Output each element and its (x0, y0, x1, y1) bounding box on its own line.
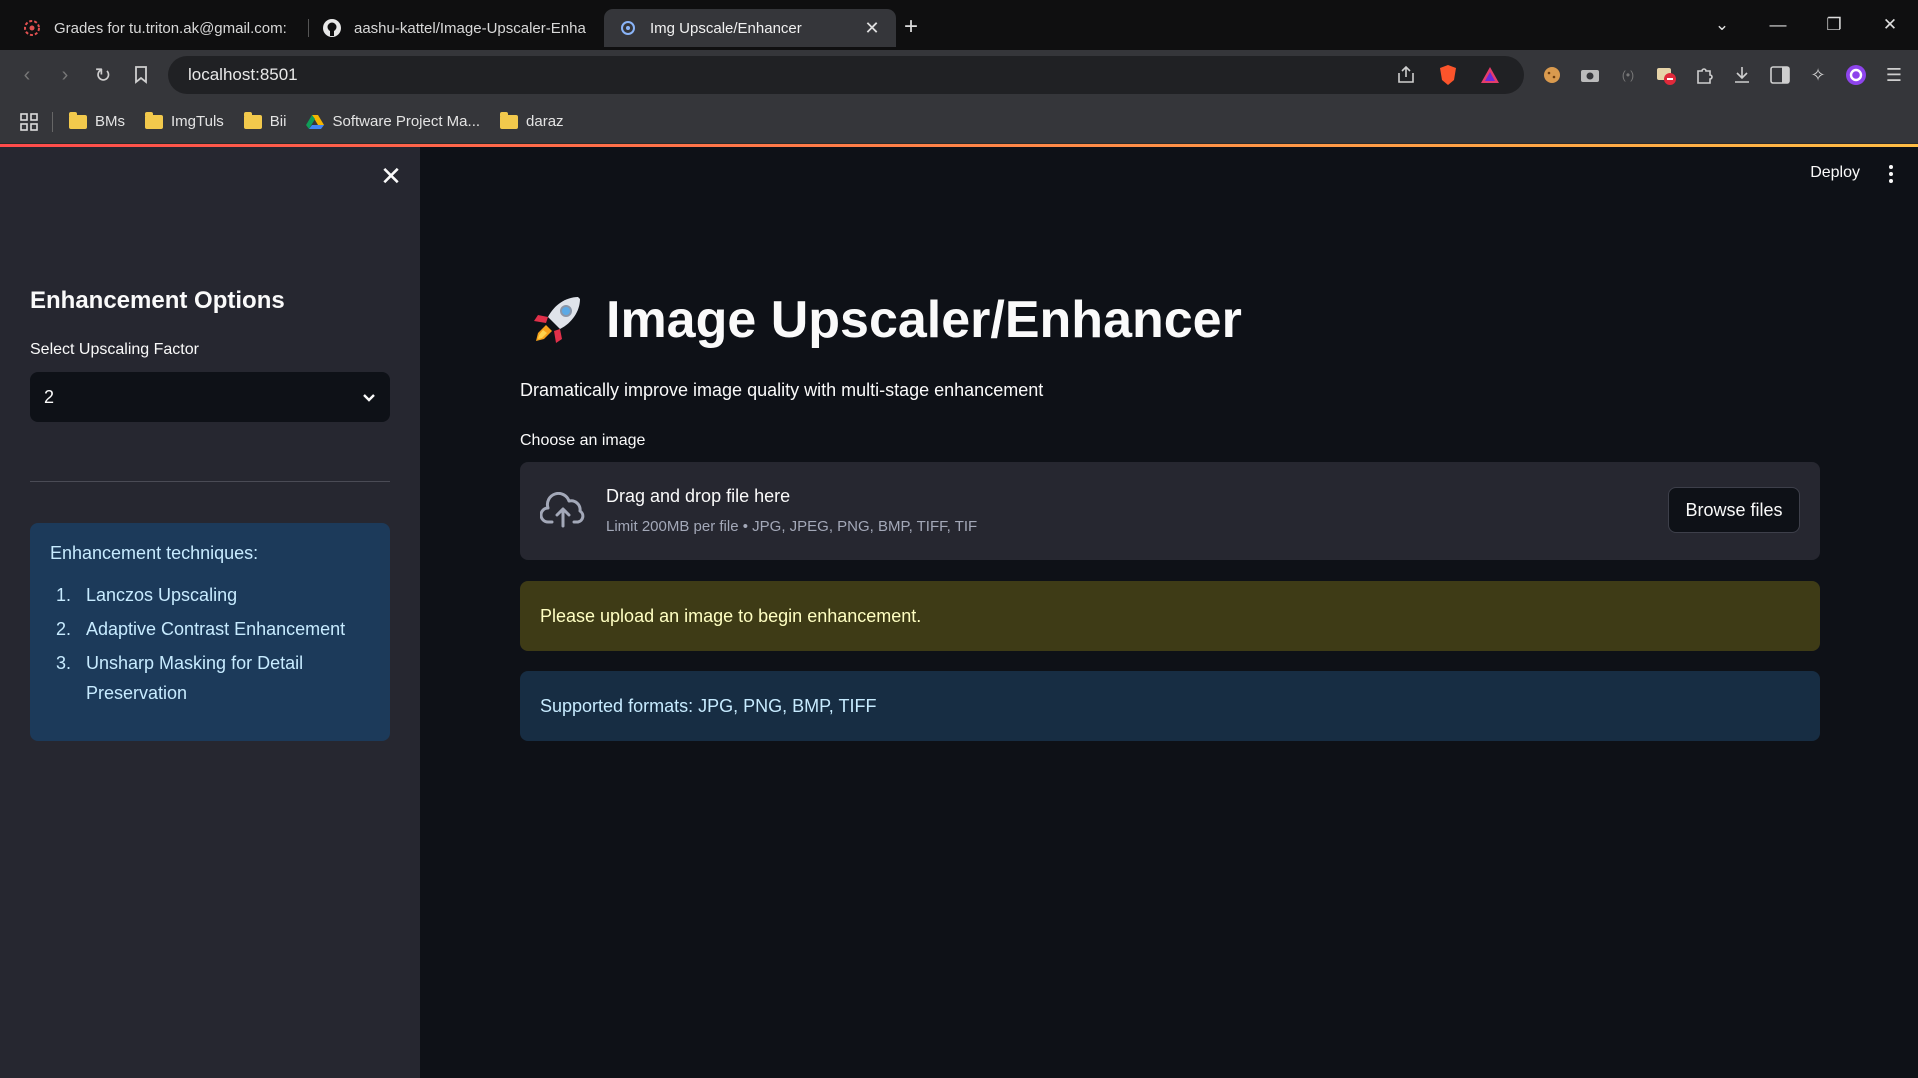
menu-icon[interactable]: ☰ (1882, 63, 1906, 87)
browser-tab-active[interactable]: Img Upscale/Enhancer ✕ (604, 9, 896, 47)
folder-icon (500, 111, 519, 129)
cookie-icon[interactable] (1540, 63, 1564, 87)
list-item: 1. Lanczos Upscaling (56, 585, 238, 605)
sidebar: ✕ Enhancement Options Select Upscaling F… (0, 147, 420, 1078)
techniques-heading: Enhancement techniques: (50, 543, 259, 563)
browser-tab-bar: Grades for tu.triton.ak@gmail.com: aashu… (0, 0, 1918, 50)
restore-icon[interactable]: ❐ (1806, 15, 1862, 35)
bookmark-folder-bii[interactable]: Bii (243, 111, 286, 130)
supported-formats-info: Supported formats: JPG, PNG, BMP, TIFF (520, 671, 1820, 741)
brave-rewards-icon[interactable] (1478, 63, 1502, 87)
list-item: 3. Unsharp Masking for Detail Preservatio… (56, 653, 304, 703)
browser-tab-grades[interactable]: Grades for tu.triton.ak@gmail.com: (8, 9, 308, 47)
bookmark-software-project[interactable]: Software Project Ma... (306, 113, 480, 130)
tab-search-icon[interactable]: ⌄ (1694, 15, 1750, 35)
window-controls: ⌄ — ❐ ✕ (1694, 0, 1918, 50)
browser-toolbar: ‹ › ↻ i localhost:8501 (•) (0, 50, 1918, 600)
deploy-button[interactable]: Deploy (1810, 164, 1860, 182)
main-content: Deploy Image Upscaler/Enhancer Dramatica… (420, 147, 1918, 1078)
dropzone-title: Drag and drop file here (606, 486, 791, 506)
leo-ai-icon[interactable]: ✧ (1806, 63, 1830, 87)
upscaling-factor-label: Select Upscaling Factor (30, 341, 199, 358)
tab-title: Img Upscale/Enhancer (650, 19, 802, 37)
reload-icon[interactable]: ↻ (84, 56, 122, 94)
sidebar-toggle-icon[interactable] (1768, 63, 1792, 87)
github-icon (322, 18, 342, 38)
upload-warning-alert: Please upload an image to begin enhancem… (520, 581, 1820, 651)
file-dropzone[interactable]: Drag and drop file here Limit 200MB per … (520, 462, 1820, 560)
apps-grid-icon[interactable] (20, 112, 38, 131)
dropzone-limit: Limit 200MB per file • JPG, JPEG, PNG, B… (606, 518, 978, 535)
tab-title: aashu-kattel/Image-Upscaler-Enhan (354, 19, 586, 37)
close-sidebar-icon[interactable]: ✕ (378, 161, 404, 191)
extensions-puzzle-icon[interactable] (1692, 63, 1716, 87)
folder-icon (243, 111, 262, 129)
folder-icon (69, 111, 87, 129)
new-tab-button[interactable]: + (904, 13, 918, 41)
bookmark-folder-bms[interactable]: BMs (69, 111, 125, 130)
triton-icon (22, 18, 42, 38)
close-tab-icon[interactable]: ✕ (862, 18, 882, 39)
minimize-icon[interactable]: — (1750, 15, 1806, 35)
browser-tab-github[interactable]: aashu-kattel/Image-Upscaler-Enhan (308, 9, 600, 47)
share-icon[interactable] (1394, 63, 1418, 87)
bookmarks-bar: BMs ImgTuls Bii Software Project Ma... d… (0, 100, 1918, 144)
extensions-bar: (•) ✧ ☰ (1540, 50, 1918, 100)
close-window-icon[interactable]: ✕ (1862, 15, 1918, 35)
streamlit-icon (618, 18, 638, 38)
rocket-icon (534, 297, 580, 343)
upscaling-factor-select[interactable]: 2 (30, 372, 390, 422)
url-text: localhost:8501 (188, 65, 298, 84)
techniques-list: 1. Lanczos Upscaling 2. Adaptive Contrast … (50, 580, 370, 708)
cloud-upload-icon (540, 492, 585, 528)
google-drive-icon (306, 114, 325, 130)
bookmarks-divider (52, 111, 53, 132)
main-menu-icon[interactable] (1886, 163, 1896, 185)
download-icon[interactable] (1730, 63, 1754, 87)
list-item: 2. Adaptive Contrast Enhancement (56, 619, 346, 639)
folder-icon (145, 111, 163, 129)
page-title-row: Image Upscaler/Enhancer (528, 290, 1242, 350)
select-value: 2 (44, 386, 55, 407)
browse-files-button[interactable]: Browse files (1668, 487, 1800, 533)
bookmark-folder-daraz[interactable]: daraz (500, 111, 564, 130)
bookmark-folder-imgtuls[interactable]: ImgTuls (145, 111, 224, 130)
page-title: Image Upscaler/Enhancer (606, 291, 1242, 349)
page-subtitle: Dramatically improve image quality with … (520, 380, 1044, 400)
uploader-label: Choose an image (520, 432, 646, 449)
techniques-info-box: Enhancement techniques: 1. Lanczos Upscal… (30, 523, 390, 741)
chevron-down-icon (362, 387, 376, 408)
back-icon[interactable]: ‹ (8, 56, 46, 94)
sidebar-heading: Enhancement Options (30, 287, 285, 314)
profile-avatar-icon[interactable] (1844, 63, 1868, 87)
broadcast-icon[interactable]: (•) (1616, 63, 1640, 87)
sidebar-divider (30, 481, 390, 482)
tab-title: Grades for tu.triton.ak@gmail.com: (54, 19, 287, 37)
camera-icon[interactable] (1578, 63, 1602, 87)
bookmark-icon[interactable] (122, 56, 160, 94)
address-bar[interactable]: i localhost:8501 (168, 56, 1524, 600)
forward-icon[interactable]: › (46, 56, 84, 94)
extension-badge-icon[interactable] (1654, 63, 1678, 87)
brave-shield-icon[interactable] (1436, 63, 1460, 87)
